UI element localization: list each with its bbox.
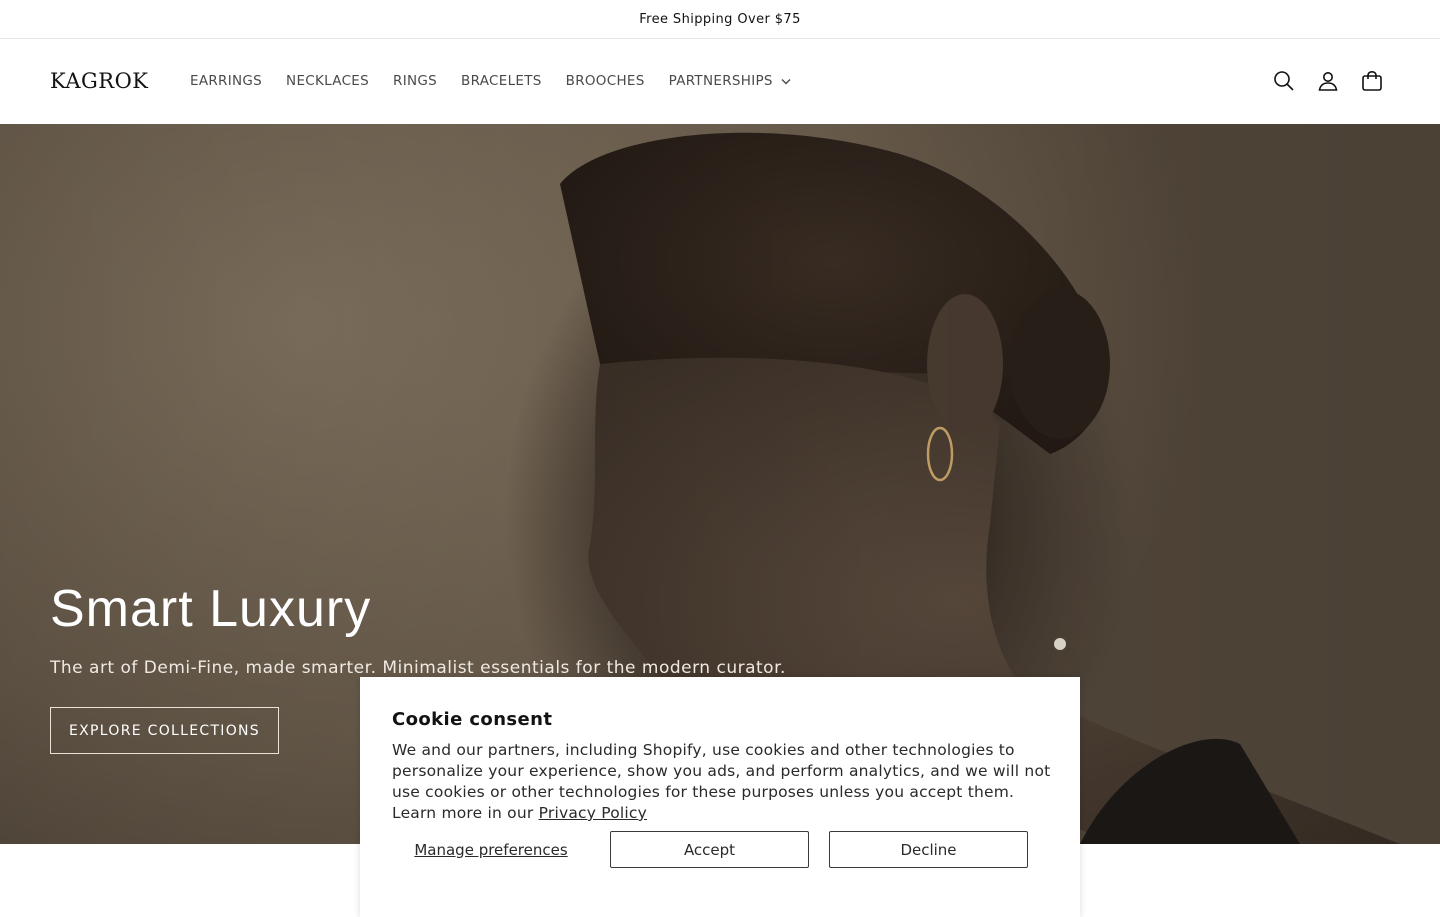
cookie-consent-dialog: Cookie consent We and our partners, incl… [360, 677, 1080, 917]
nav-item-partnerships[interactable]: PARTNERSHIPS [657, 70, 803, 92]
logo[interactable]: KAGROK [50, 69, 149, 93]
nav-item-label: EARRINGS [190, 73, 263, 89]
nav-item-brooches[interactable]: BROOCHES [554, 70, 657, 92]
nav-item-label: RINGS [393, 73, 438, 89]
nav-item-rings[interactable]: RINGS [381, 70, 449, 92]
announcement-text: Free Shipping Over $75 [639, 11, 801, 27]
hero-title: Smart Luxury [50, 580, 372, 638]
nav-item-label: NECKLACES [286, 73, 370, 89]
nav-item-label: BRACELETS [461, 73, 542, 89]
explore-collections-button[interactable]: EXPLORE COLLECTIONS [50, 707, 279, 754]
privacy-policy-link[interactable]: Privacy Policy [539, 804, 647, 822]
nav-item-necklaces[interactable]: NECKLACES [274, 70, 381, 92]
hero-subtitle: The art of Demi-Fine, made smarter. Mini… [50, 658, 786, 678]
cart-icon[interactable] [1350, 67, 1394, 95]
accept-button[interactable]: Accept [610, 831, 809, 868]
nav-item-label: BROOCHES [565, 73, 645, 89]
cookie-title: Cookie consent [392, 709, 553, 730]
nav-item-earrings[interactable]: EARRINGS [178, 70, 274, 92]
search-icon[interactable] [1262, 67, 1306, 95]
main-nav: EARRINGS NECKLACES RINGS BRACELETS BROOC… [178, 70, 803, 92]
account-icon[interactable] [1306, 67, 1350, 95]
header-icons [1262, 67, 1394, 95]
announcement-bar: Free Shipping Over $75 [0, 0, 1440, 39]
cookie-text: We and our partners, including Shopify, … [392, 740, 1052, 824]
manage-preferences-link[interactable]: Manage preferences [392, 831, 590, 868]
chevron-down-icon [781, 78, 791, 85]
cookie-body: We and our partners, including Shopify, … [392, 741, 1051, 822]
nav-item-label: PARTNERSHIPS [668, 73, 773, 89]
site-header: KAGROK EARRINGS NECKLACES RINGS BRACELET… [0, 39, 1440, 124]
cookie-actions: Manage preferences Accept Decline [392, 831, 1048, 868]
nav-item-bracelets[interactable]: BRACELETS [449, 70, 554, 92]
decline-button[interactable]: Decline [829, 831, 1028, 868]
